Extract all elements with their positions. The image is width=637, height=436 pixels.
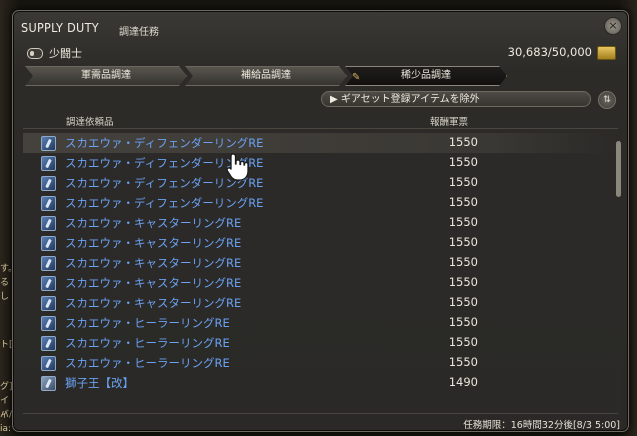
ring-icon [41,136,56,151]
column-header-reward: 報酬軍票 [430,117,469,128]
column-header-item: 調達依頼品 [66,117,114,128]
close-button[interactable]: × [604,17,622,35]
ring-icon [41,316,56,331]
footer-divider [23,413,618,414]
ring-icon [41,236,56,251]
deadline-text: 任務期限：16時間32分後[8/3 5:00] [463,420,620,431]
company-seal-icon [597,46,616,60]
tab-label: 軍需品調達 [81,70,131,81]
item-name: スカエウァ・ヒーラーリングRE [65,356,230,370]
supply-duty-window: SUPPLY DUTY 調達任務 × 少闘士 30,683/50,000 軍需品… [12,10,629,432]
hand-cursor-icon [226,153,249,181]
item-reward: 1550 [448,335,478,349]
item-name: スカエウァ・ディフェンダーリングRE [65,136,264,150]
list-item[interactable]: スカエウァ・ヒーラーリングRE 1550 [23,353,608,373]
item-reward: 1550 [448,295,478,309]
item-name: スカエウァ・キャスターリングRE [65,256,242,270]
ring-icon [41,216,56,231]
item-reward: 1490 [448,375,478,389]
tab-supplies[interactable]: 補給品調達 [185,66,347,86]
list-item[interactable]: スカエウァ・ヒーラーリングRE 1550 [23,313,608,333]
tab-label: 稀少品調達 [401,70,451,81]
item-name: スカエウァ・キャスターリングRE [65,236,242,250]
list-item[interactable]: 獅子王【改】 1490 [23,373,608,393]
tab-military-supplies[interactable]: 軍需品調達 [25,66,187,86]
list-item[interactable]: スカエウァ・キャスターリングRE 1550 [23,233,608,253]
item-name: 獅子王【改】 [65,376,134,390]
item-reward: 1550 [448,195,478,209]
scrollbar-thumb[interactable] [616,141,621,197]
ring-icon [41,296,56,311]
ring-icon [41,276,56,291]
item-name: スカエウァ・キャスターリングRE [65,296,242,310]
item-list: スカエウァ・ディフェンダーリングRE 1550 スカエウァ・ディフェンダーリングR… [23,133,608,413]
item-reward: 1550 [448,215,478,229]
company-seals-count: 30,683/50,000 [507,45,592,59]
list-item[interactable]: スカエウァ・キャスターリングRE 1550 [23,293,608,313]
exclude-gearset-toggle[interactable]: ▶ ギアセット登録アイテムを除外 [321,91,591,107]
ring-icon [41,156,56,171]
quill-icon: ✎ [352,72,361,83]
close-icon: × [608,19,618,32]
item-name: スカエウァ・ディフェンダーリングRE [65,196,264,210]
item-reward: 1550 [448,275,478,289]
item-reward: 1550 [448,135,478,149]
item-reward: 1550 [448,235,478,249]
job-name: 少闘士 [49,47,82,60]
ring-icon [41,256,56,271]
item-name: スカエウァ・ヒーラーリングRE [65,336,230,350]
item-reward: 1550 [448,155,478,169]
tab-label: 補給品調達 [241,70,291,81]
window-title: SUPPLY DUTY [21,20,99,35]
header-divider [23,128,618,129]
item-reward: 1550 [448,315,478,329]
item-name: スカエウァ・ヒーラーリングRE [65,316,230,330]
list-item[interactable]: スカエウァ・キャスターリングRE 1550 [23,213,608,233]
ring-icon [41,196,56,211]
window-subtitle: 調達任務 [119,27,159,38]
ring-icon [41,356,56,371]
item-reward: 1550 [448,255,478,269]
list-item[interactable]: スカエウァ・ディフェンダーリングRE 1550 [23,193,608,213]
item-name: スカエウァ・キャスターリングRE [65,276,242,290]
item-name: スカエウァ・キャスターリングRE [65,216,242,230]
ring-icon [41,176,56,191]
weapon-icon [41,376,56,391]
list-item[interactable]: スカエウァ・ディフェンダーリングRE 1550 [23,153,608,173]
item-reward: 1550 [448,355,478,369]
list-item[interactable]: スカエウァ・ヒーラーリングRE 1550 [23,333,608,353]
sort-icon[interactable]: ⇅ [598,91,616,109]
job-icon [27,48,43,59]
tab-bar: 軍需品調達 補給品調達 ✎ 稀少品調達 [25,66,505,86]
list-item[interactable]: スカエウァ・キャスターリングRE 1550 [23,253,608,273]
ring-icon [41,336,56,351]
tab-rare-items[interactable]: ✎ 稀少品調達 [345,66,507,86]
list-item[interactable]: スカエウァ・ディフェンダーリングRE 1550 [23,173,608,193]
list-item[interactable]: スカエウァ・キャスターリングRE 1550 [23,273,608,293]
scrollbar[interactable] [616,133,621,413]
list-item[interactable]: スカエウァ・ディフェンダーリングRE 1550 [23,133,608,153]
item-reward: 1550 [448,175,478,189]
